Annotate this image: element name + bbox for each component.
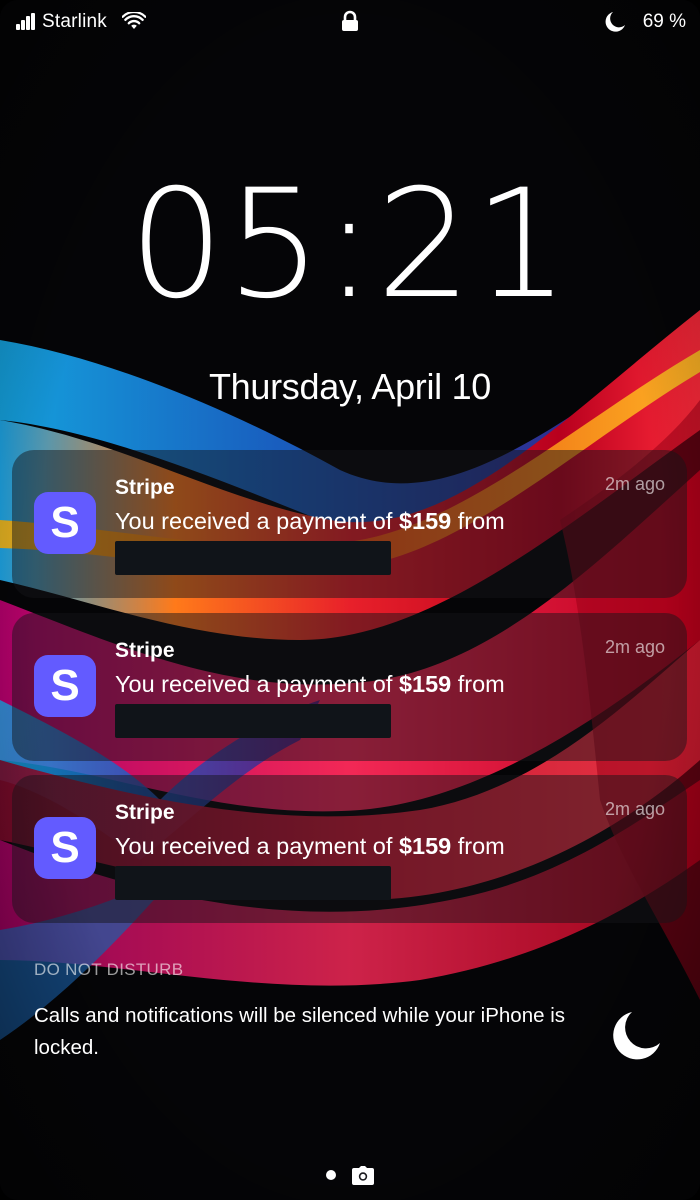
notification-time: 2m ago — [604, 474, 665, 494]
notification-message: You received a payment of $159 from — [115, 671, 505, 697]
page-dot[interactable] — [326, 1170, 336, 1180]
page-indicator — [0, 1166, 700, 1186]
stripe-app-icon: S — [34, 655, 96, 717]
payment-amount: $159 — [398, 671, 452, 697]
moon-icon — [605, 12, 625, 32]
redacted-sender — [115, 866, 391, 900]
battery-percentage: 69 % — [642, 11, 686, 32]
notification-time: 2m ago — [604, 637, 665, 657]
lock-icon — [342, 10, 358, 31]
redacted-sender — [115, 541, 391, 575]
notification-message: You received a payment of $159 from — [115, 508, 505, 534]
redacted-sender — [115, 704, 391, 738]
carrier-name: Starlink — [42, 11, 107, 32]
notification-card[interactable]: S Stripe 2m ago You received a payment o… — [12, 775, 687, 923]
payment-amount: $159 — [398, 508, 452, 534]
cellular-signal-icon — [16, 13, 36, 30]
notification-app-name: Stripe — [115, 639, 175, 662]
dnd-description: Calls and notifications will be silenced… — [34, 1004, 565, 1059]
notification-app-name: Stripe — [115, 801, 175, 824]
do-not-disturb-banner[interactable]: DO NOT DISTURB Calls and notifications w… — [12, 938, 687, 1078]
moon-icon — [613, 1012, 660, 1060]
notification-card[interactable]: S Stripe 2m ago You received a payment o… — [12, 613, 687, 761]
notification-card[interactable]: S Stripe 2m ago You received a payment o… — [12, 450, 687, 598]
dnd-title: DO NOT DISTURB — [34, 960, 184, 979]
notification-time: 2m ago — [604, 799, 665, 819]
status-bar: Starlink 69 % — [0, 10, 700, 36]
lock-screen-time: 05:21 — [128, 158, 572, 332]
lock-screen-date: Thursday, April 10 — [208, 366, 492, 407]
notification-message: You received a payment of $159 from — [115, 833, 505, 859]
lock-screen: Starlink 69 % 05:21 Thursday, April 10 S… — [0, 0, 700, 1200]
wifi-icon — [122, 12, 146, 29]
notification-app-name: Stripe — [115, 476, 175, 499]
camera-icon[interactable] — [351, 1166, 375, 1186]
stripe-app-icon: S — [34, 817, 96, 879]
payment-amount: $159 — [398, 833, 452, 859]
stripe-app-icon: S — [34, 492, 96, 554]
